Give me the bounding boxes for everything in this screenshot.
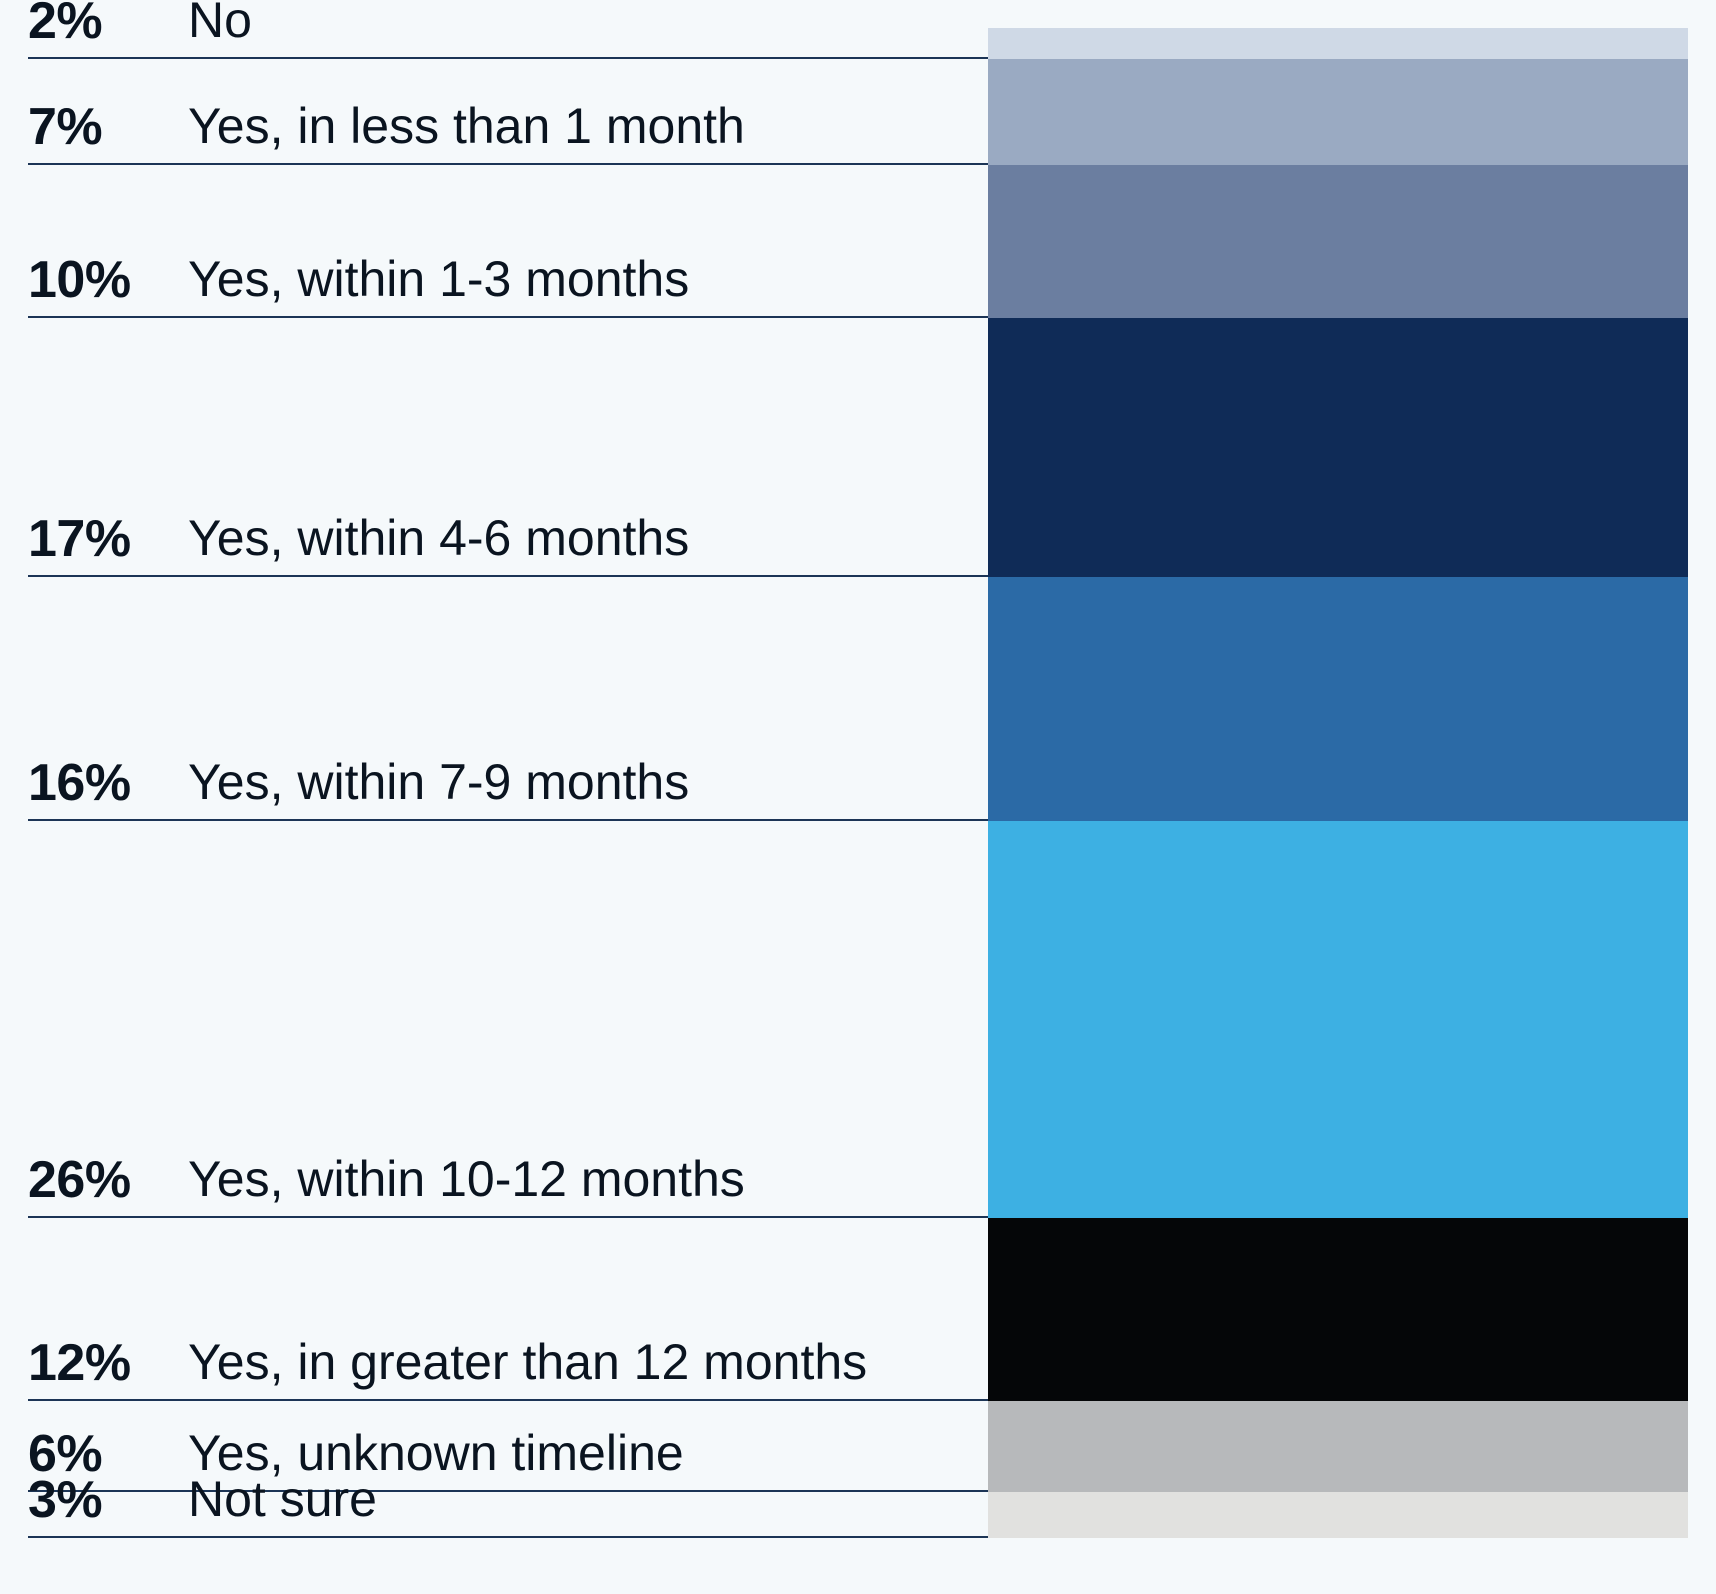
chart-row: 7%Yes, in less than 1 month: [28, 59, 1688, 166]
value-label: Yes, in greater than 12 months: [188, 1333, 867, 1391]
stacked-bar-chart: 2%No7%Yes, in less than 1 month10%Yes, w…: [28, 28, 1688, 1538]
value-label: Yes, within 1-3 months: [188, 250, 689, 308]
chart-row: 10%Yes, within 1-3 months: [28, 165, 1688, 318]
chart-row: 2%No: [28, 28, 1688, 59]
value-percent: 3%: [28, 1470, 178, 1530]
chart-row: 16%Yes, within 7-9 months: [28, 577, 1688, 821]
value-label: Yes, in less than 1 month: [188, 97, 745, 155]
value-label: Yes, within 7-9 months: [188, 753, 689, 811]
chart-row: 3%Not sure: [28, 1492, 1688, 1538]
leader-line: [28, 1536, 988, 1538]
value-label: No: [188, 0, 252, 49]
value-percent: 10%: [28, 250, 178, 310]
value-label: Not sure: [188, 1470, 377, 1528]
value-percent: 16%: [28, 753, 178, 813]
value-percent: 12%: [28, 1333, 178, 1393]
value-percent: 7%: [28, 97, 178, 157]
chart-row: 17%Yes, within 4-6 months: [28, 318, 1688, 577]
value-percent: 17%: [28, 509, 178, 569]
value-label: Yes, within 10-12 months: [188, 1150, 745, 1208]
chart-row: 26%Yes, within 10-12 months: [28, 821, 1688, 1218]
value-label: Yes, within 4-6 months: [188, 509, 689, 567]
chart-row: 12%Yes, in greater than 12 months: [28, 1218, 1688, 1401]
value-percent: 26%: [28, 1150, 178, 1210]
value-percent: 2%: [28, 0, 178, 51]
